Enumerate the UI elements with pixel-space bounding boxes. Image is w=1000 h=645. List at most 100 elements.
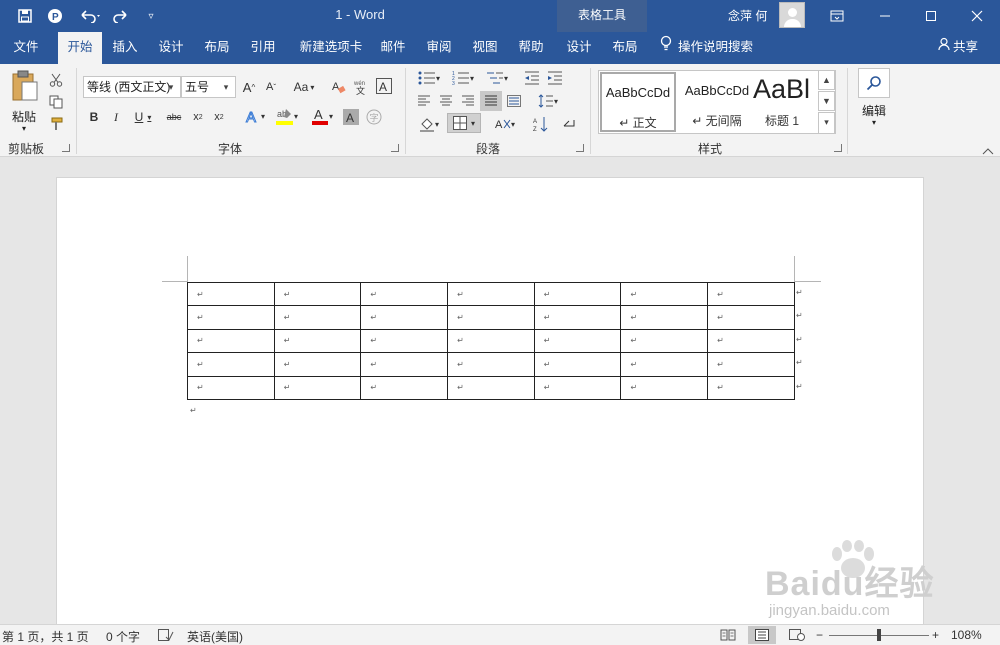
tab-view[interactable]: 视图 <box>464 32 506 64</box>
tab-insert[interactable]: 插入 <box>105 32 145 64</box>
minimize-icon[interactable] <box>862 0 908 32</box>
table-cell[interactable]: ↵ <box>533 305 622 330</box>
table-cell[interactable]: ↵ <box>447 328 535 354</box>
gallery-scroll-down-icon[interactable]: ▼ <box>818 91 835 111</box>
style-heading-1[interactable]: AaBl 标题 1 <box>749 72 815 132</box>
multilevel-list-icon[interactable]: ▾ <box>482 68 512 88</box>
tell-me-search[interactable]: 操作说明搜索 <box>660 32 753 64</box>
table-cell[interactable]: ↵ <box>447 281 535 307</box>
zoom-in-button[interactable]: + <box>932 628 939 642</box>
tab-mailings[interactable]: 邮件 <box>373 32 413 64</box>
zoom-out-button[interactable]: − <box>816 628 823 642</box>
numbering-icon[interactable]: 1 2 3 ▾ <box>448 68 478 88</box>
table-cell[interactable]: ↵ <box>707 281 795 307</box>
collapse-ribbon-icon[interactable] <box>982 144 996 156</box>
table-cell[interactable]: ↵ <box>707 352 795 377</box>
borders-icon[interactable]: ▾ <box>447 113 481 133</box>
bullets-icon[interactable]: ▾ <box>414 68 444 88</box>
character-shading-icon[interactable]: A <box>342 107 360 127</box>
web-layout-icon[interactable] <box>789 629 805 644</box>
zoom-level[interactable]: 108% <box>951 628 982 642</box>
document-table[interactable]: ↵ ↵ ↵ ↵ ↵ ↵ ↵ ↵ ↵ ↵ ↵ ↵ ↵ ↵ ↵ ↵ ↵ ↵ ↵ ↵ ↵ ↵ ↵ ↵ ↵ ↵ ↵ ↵ ↵ ↵ ↵ ↵ ↵ ↵ ↵ <box>187 281 795 400</box>
table-cell[interactable]: ↵ <box>707 328 795 354</box>
table-cell[interactable]: ↵ <box>273 281 362 307</box>
avatar[interactable] <box>779 2 805 28</box>
proofing-icon[interactable] <box>158 629 174 644</box>
tab-review[interactable]: 审阅 <box>418 32 460 64</box>
italic-icon[interactable]: I <box>108 107 124 127</box>
font-name-combo[interactable]: 等线 (西文正文) ▾ <box>83 76 181 98</box>
underline-icon[interactable]: U ▾ <box>130 107 156 127</box>
table-cell[interactable]: ↵ <box>360 328 449 354</box>
tab-new-tab[interactable]: 新建选项卡 <box>291 32 371 64</box>
share-button[interactable]: 共享 <box>938 32 978 64</box>
phonetic-guide-icon[interactable]: wén 文 <box>352 77 370 97</box>
font-launcher-icon[interactable] <box>391 144 399 152</box>
gallery-more-icon[interactable]: ▾ <box>818 112 835 134</box>
align-left-icon[interactable] <box>414 91 434 111</box>
table-cell[interactable]: ↵ <box>533 328 622 354</box>
print-layout-icon[interactable] <box>748 626 776 644</box>
style-no-spacing[interactable]: AaBbCcDd ↵ 无间隔 <box>679 72 755 132</box>
table-cell[interactable]: ↵ <box>533 281 622 307</box>
editing-button[interactable]: 编辑 ▾ <box>855 68 893 132</box>
tab-layout[interactable]: 布局 <box>196 32 238 64</box>
table-cell[interactable]: ↵ <box>620 375 709 400</box>
table-cell[interactable]: ↵ <box>533 375 622 400</box>
copy-icon[interactable] <box>46 92 66 112</box>
justify-icon[interactable] <box>480 91 502 111</box>
text-effects-icon[interactable]: A ▾ <box>241 106 269 126</box>
user-name[interactable]: 念萍 何 <box>728 7 767 24</box>
language-indicator[interactable]: 英语(美国) <box>187 628 243 645</box>
font-size-combo[interactable]: 五号 ▾ <box>181 76 236 98</box>
shrink-font-icon[interactable]: Aˇ <box>262 77 280 97</box>
word-count[interactable]: 0 个字 <box>106 628 140 645</box>
table-cell[interactable]: ↵ <box>533 352 622 377</box>
decrease-indent-icon[interactable] <box>522 68 542 88</box>
table-cell[interactable]: ↵ <box>187 352 275 377</box>
change-case-button[interactable]: Aa ▾ <box>289 77 319 97</box>
highlight-color-icon[interactable]: ab ▾ <box>272 106 302 126</box>
table-cell[interactable]: ↵ <box>273 375 362 400</box>
table-cell[interactable]: ↵ <box>360 281 449 307</box>
clear-formatting-icon[interactable]: A <box>330 77 348 97</box>
paragraph-launcher-icon[interactable] <box>576 144 584 152</box>
distributed-icon[interactable] <box>504 91 524 111</box>
show-marks-icon[interactable] <box>559 114 579 134</box>
tab-home[interactable]: 开始 <box>58 32 102 64</box>
read-mode-icon[interactable] <box>720 629 736 644</box>
bold-icon[interactable]: B <box>86 107 102 127</box>
table-cell[interactable]: ↵ <box>360 305 449 330</box>
table-cell[interactable]: ↵ <box>273 305 362 330</box>
tab-table-layout[interactable]: 布局 <box>603 32 647 64</box>
maximize-icon[interactable] <box>908 0 954 32</box>
align-right-icon[interactable] <box>458 91 478 111</box>
superscript-icon[interactable]: x2 <box>211 107 227 127</box>
paste-button[interactable]: 粘贴 ▾ <box>6 68 42 133</box>
subscript-icon[interactable]: x2 <box>190 107 206 127</box>
strikethrough-icon[interactable]: abc <box>163 107 185 127</box>
table-cell[interactable]: ↵ <box>707 375 795 400</box>
table-cell[interactable]: ↵ <box>187 328 275 354</box>
clipboard-launcher-icon[interactable] <box>62 144 70 152</box>
tab-references[interactable]: 引用 <box>242 32 284 64</box>
line-spacing-icon[interactable]: ▾ <box>533 91 563 111</box>
ribbon-display-options-icon[interactable] <box>814 0 860 32</box>
table-cell[interactable]: ↵ <box>620 305 709 330</box>
table-cell[interactable]: ↵ <box>187 375 275 400</box>
tab-table-design[interactable]: 设计 <box>557 32 601 64</box>
table-cell[interactable]: ↵ <box>447 305 535 330</box>
table-cell[interactable]: ↵ <box>620 281 709 307</box>
styles-launcher-icon[interactable] <box>834 144 842 152</box>
style-normal[interactable]: AaBbCcDd ↵ 正文 <box>600 72 676 132</box>
table-cell[interactable]: ↵ <box>273 352 362 377</box>
tab-file[interactable]: 文件 <box>0 32 52 64</box>
align-center-icon[interactable] <box>436 91 456 111</box>
table-cell[interactable]: ↵ <box>707 305 795 330</box>
tab-design[interactable]: 设计 <box>150 32 192 64</box>
zoom-slider-thumb[interactable] <box>877 629 881 641</box>
font-color-icon[interactable]: A ▾ <box>307 106 337 126</box>
enclose-characters-icon[interactable]: 字 <box>365 107 383 127</box>
grow-font-icon[interactable]: A ^ <box>240 77 258 97</box>
table-cell[interactable]: ↵ <box>447 352 535 377</box>
